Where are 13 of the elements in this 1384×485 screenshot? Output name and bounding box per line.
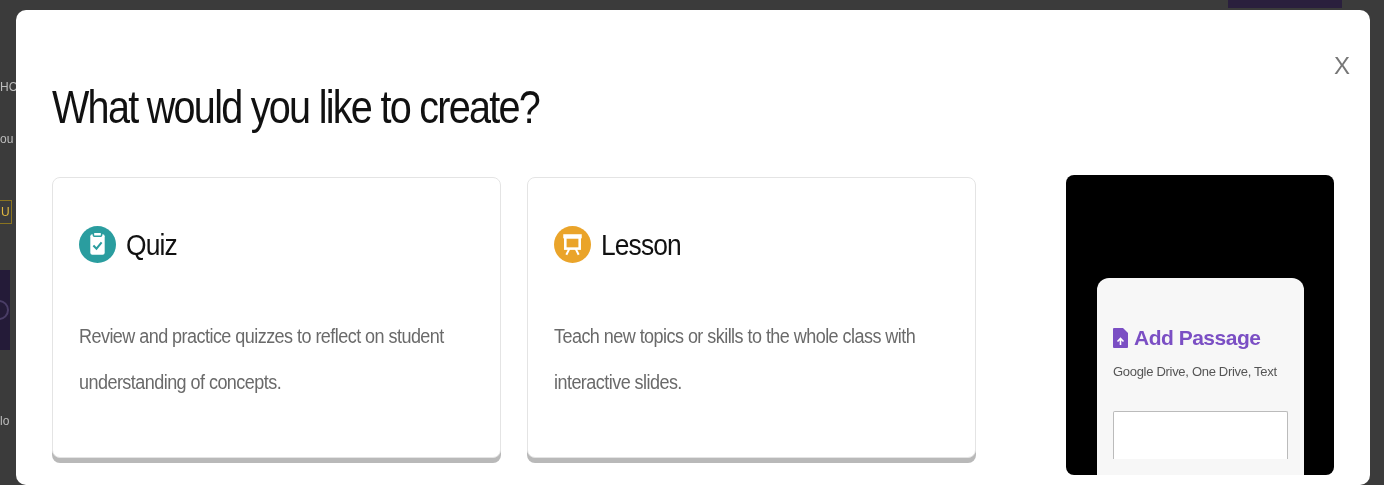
background-text: HC [0, 79, 18, 96]
header-button[interactable] [1228, 0, 1342, 8]
option-title: Quiz [126, 227, 177, 264]
background-text: lo [0, 413, 10, 430]
preview-title: Add Passage [1134, 325, 1261, 352]
modal-title: What would you like to create? [52, 80, 541, 135]
option-title: Lesson [601, 227, 681, 264]
file-upload-icon [1113, 327, 1128, 348]
option-description: Review and practice quizzes to reflect on student understanding of concepts. [79, 324, 445, 396]
option-description: Teach new topics or skills to the whole class with interactive slides. [554, 324, 917, 396]
background-text: ou [0, 131, 14, 148]
close-button[interactable]: X [1334, 54, 1350, 78]
preview-subtitle: Google Drive, One Drive, Text [1113, 362, 1278, 381]
